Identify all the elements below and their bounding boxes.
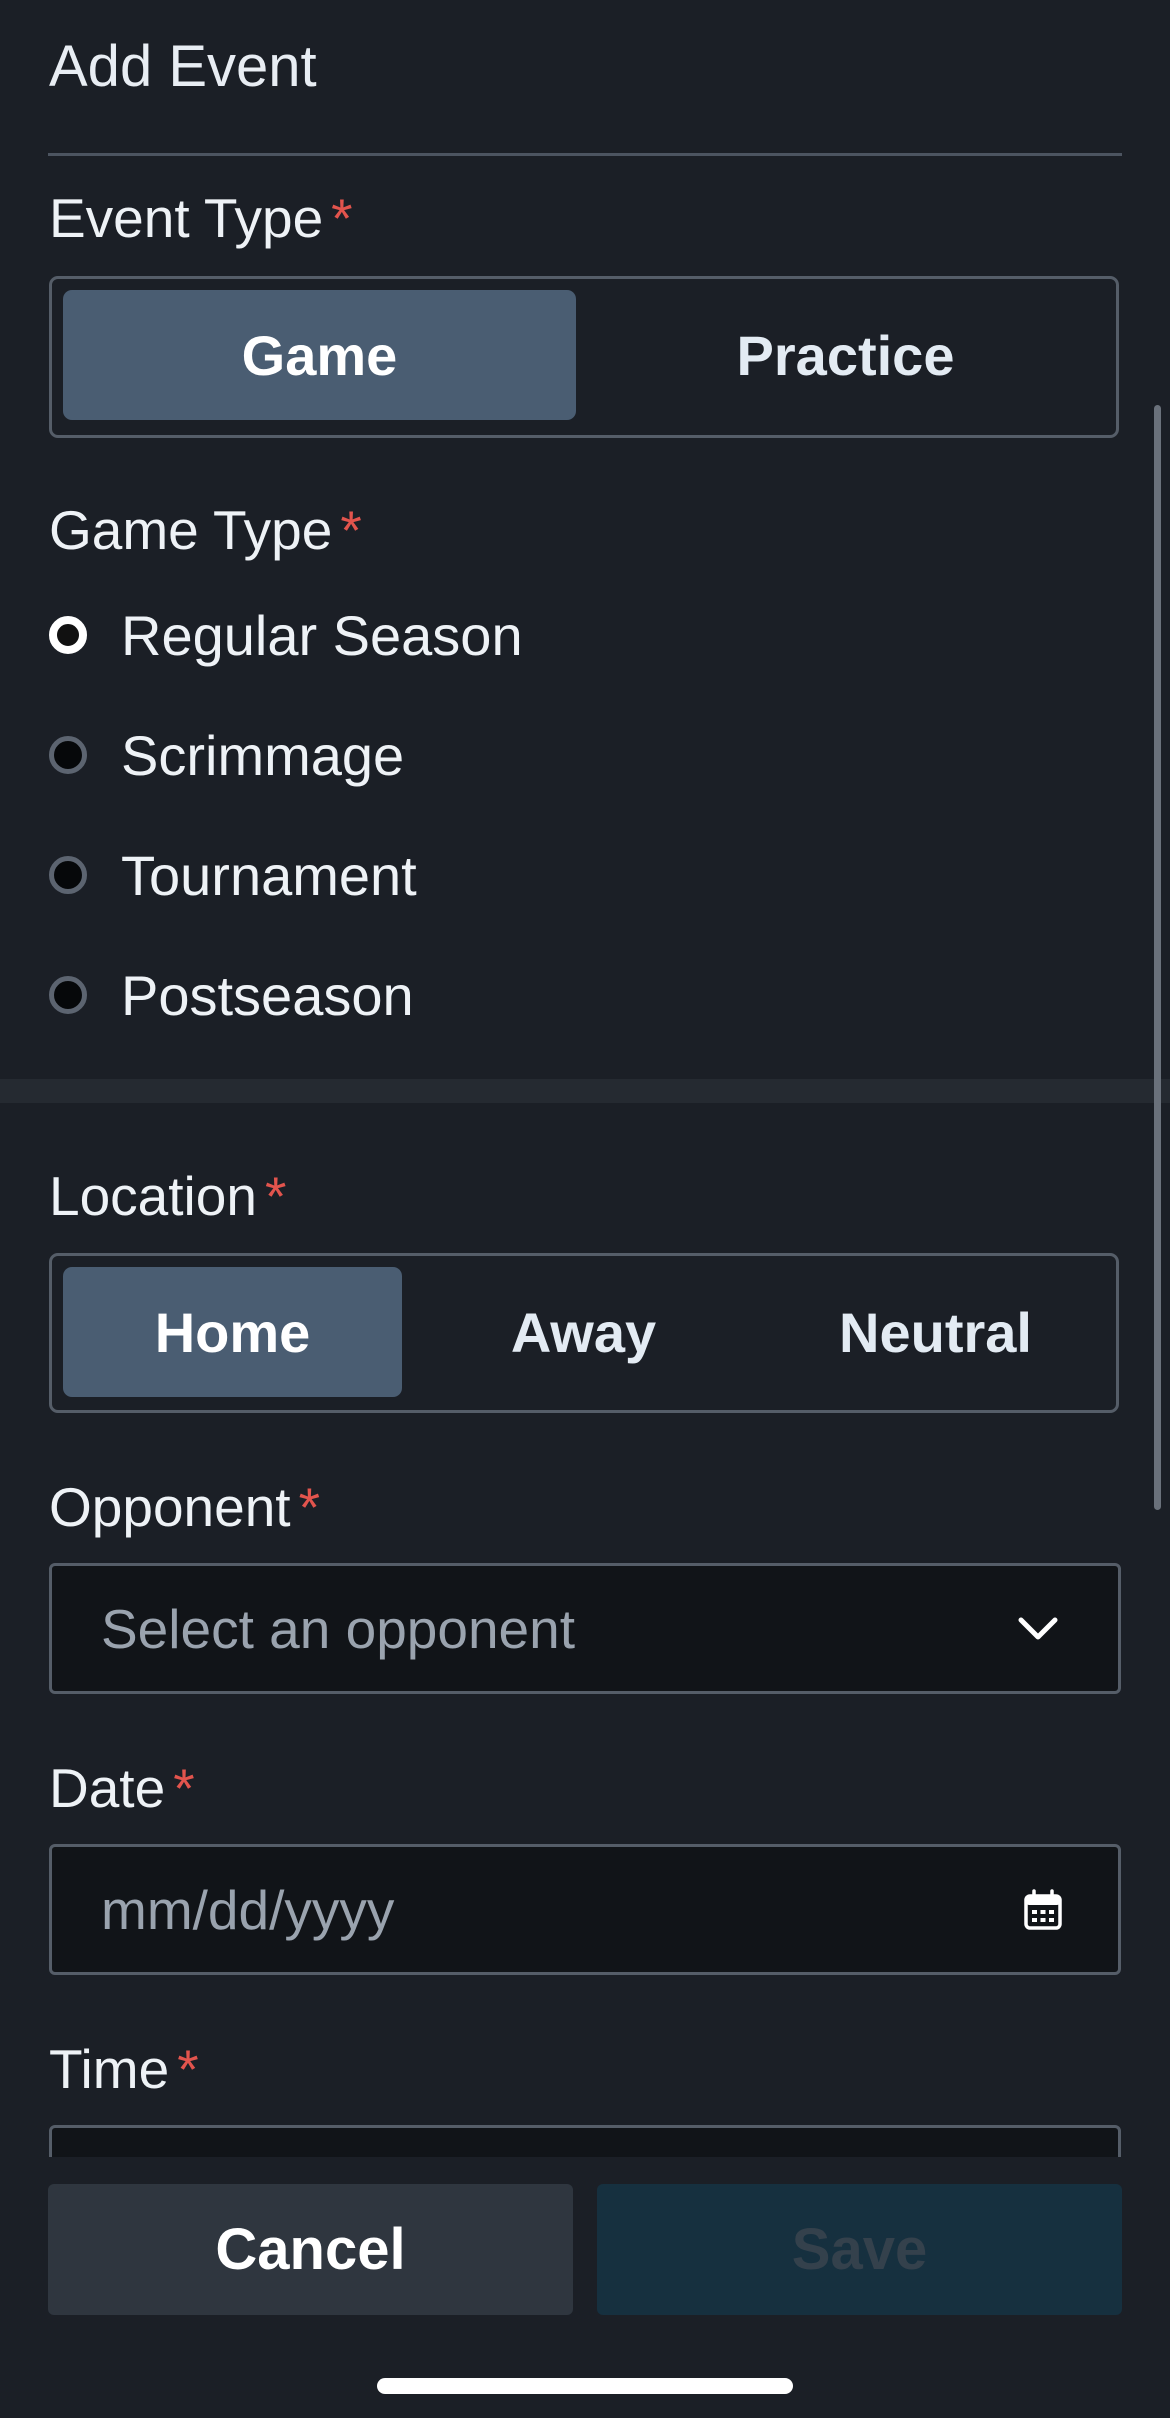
cancel-button[interactable]: Cancel (48, 2184, 573, 2315)
date-input[interactable]: mm/dd/yyyy (49, 1844, 1121, 1975)
opponent-label-text: Opponent (49, 1476, 291, 1538)
required-marker: * (331, 187, 353, 249)
section-divider (0, 1079, 1170, 1103)
time-label: Time * (49, 2037, 199, 2101)
game-type-label-text: Game Type (49, 499, 333, 561)
date-label: Date * (49, 1756, 195, 1820)
segment-neutral[interactable]: Neutral (766, 1267, 1105, 1397)
radio-regular-season[interactable]: Regular Season (49, 595, 523, 675)
radio-tournament[interactable]: Tournament (49, 835, 417, 915)
time-input[interactable] (49, 2125, 1121, 2157)
radio-checked-icon[interactable] (49, 616, 87, 654)
segment-home[interactable]: Home (63, 1267, 402, 1397)
home-indicator (377, 2378, 793, 2394)
radio-unchecked-icon[interactable] (49, 976, 87, 1014)
radio-label: Tournament (121, 843, 417, 907)
event-type-label-text: Event Type (49, 187, 324, 249)
required-marker: * (298, 1476, 320, 1538)
segment-practice[interactable]: Practice (589, 290, 1102, 420)
location-label-text: Location (49, 1165, 257, 1227)
segment-away[interactable]: Away (414, 1267, 753, 1397)
radio-unchecked-icon[interactable] (49, 736, 87, 774)
save-button[interactable]: Save (597, 2184, 1122, 2315)
date-label-text: Date (49, 1757, 166, 1819)
location-segmented-control: Home Away Neutral (49, 1253, 1119, 1413)
radio-unchecked-icon[interactable] (49, 856, 87, 894)
event-type-label: Event Type * (49, 186, 353, 250)
date-placeholder: mm/dd/yyyy (101, 1878, 395, 1941)
required-marker: * (340, 499, 362, 561)
time-label-text: Time (49, 2038, 170, 2100)
game-type-label: Game Type * (49, 498, 362, 562)
event-type-segmented-control: Game Practice (49, 276, 1119, 438)
radio-label: Scrimmage (121, 723, 405, 787)
opponent-select[interactable]: Select an opponent (49, 1563, 1121, 1694)
radio-label: Regular Season (121, 603, 523, 667)
location-label: Location * (49, 1164, 286, 1228)
radio-scrimmage[interactable]: Scrimmage (49, 715, 404, 795)
required-marker: * (173, 1757, 195, 1819)
required-marker: * (177, 2038, 199, 2100)
calendar-icon[interactable] (1021, 1888, 1065, 1932)
page-title: Add Event (49, 34, 317, 99)
segment-game[interactable]: Game (63, 290, 576, 420)
opponent-label: Opponent * (49, 1475, 320, 1539)
opponent-placeholder: Select an opponent (101, 1597, 575, 1660)
required-marker: * (264, 1165, 287, 1227)
radio-label: Postseason (121, 963, 414, 1027)
title-divider (48, 153, 1122, 156)
add-event-screen: Add Event Event Type * Game Practice Game… (0, 0, 1170, 2418)
radio-postseason[interactable]: Postseason (49, 955, 414, 1035)
chevron-down-icon (1018, 1617, 1058, 1639)
form-scroll-area[interactable]: Add Event Event Type * Game Practice Game… (0, 0, 1170, 2157)
scrollbar[interactable] (1154, 405, 1161, 1510)
